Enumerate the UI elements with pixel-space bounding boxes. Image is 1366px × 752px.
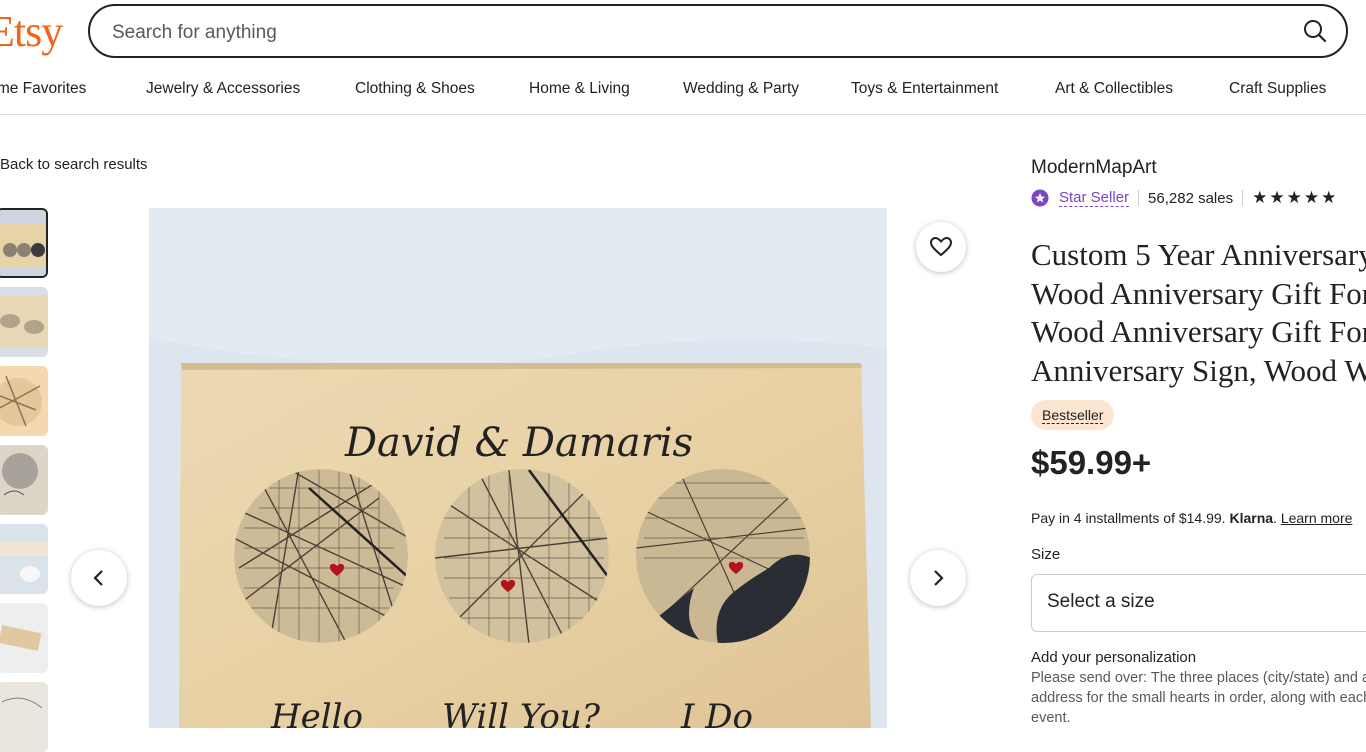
thumbnail-4[interactable] bbox=[0, 445, 48, 515]
thumbnail-1[interactable] bbox=[0, 208, 48, 278]
price: $59.99+ bbox=[1031, 444, 1152, 481]
personalization-label: Add your personalization bbox=[1031, 649, 1197, 666]
klarna-learn-more-link[interactable]: Learn more bbox=[1281, 510, 1353, 526]
next-image-button[interactable] bbox=[910, 550, 966, 606]
search-button[interactable] bbox=[1300, 16, 1330, 46]
chevron-right-icon bbox=[934, 570, 944, 586]
nav-item-jewelry[interactable]: Jewelry & Accessories bbox=[146, 80, 300, 98]
klarna-installments: Pay in 4 installments of $14.99. Klarna.… bbox=[1031, 510, 1353, 526]
bestseller-badge[interactable]: Bestseller bbox=[1031, 400, 1115, 430]
size-select[interactable]: Select a size bbox=[1031, 574, 1366, 632]
nav-item-home-living[interactable]: Home & Living bbox=[529, 80, 630, 98]
back-to-search-link[interactable]: Back to search results bbox=[0, 156, 148, 173]
nav-item-wedding[interactable]: Wedding & Party bbox=[683, 80, 799, 98]
engraved-caption-1: Hello bbox=[270, 697, 363, 728]
main-listing-image[interactable]: David & Damaris Hello Will You? I Do bbox=[149, 208, 887, 728]
engraved-caption-2: Will You? bbox=[442, 697, 601, 728]
shop-name[interactable]: ModernMapArt bbox=[1031, 157, 1157, 179]
thumbnail-3[interactable] bbox=[0, 366, 48, 436]
previous-image-button[interactable] bbox=[71, 550, 127, 606]
thumbnail-7[interactable] bbox=[0, 682, 48, 752]
thumbnail-image bbox=[0, 287, 48, 357]
rating-stars[interactable]: ★★★★★ bbox=[1252, 188, 1338, 208]
klarna-brand: Klarna bbox=[1229, 510, 1274, 526]
nav-item-home-favorites[interactable]: Home Favorites bbox=[0, 80, 86, 98]
nav-item-toys[interactable]: Toys & Entertainment bbox=[851, 80, 998, 98]
category-nav: Home Favorites Jewelry & Accessories Clo… bbox=[0, 70, 1366, 115]
thumbnail-5[interactable] bbox=[0, 524, 48, 594]
thumbnail-image bbox=[0, 682, 48, 752]
nav-item-craft[interactable]: Craft Supplies bbox=[1229, 80, 1326, 98]
thumbnail-image bbox=[0, 366, 48, 436]
title-line: Anniversary Sign, Wood W bbox=[1031, 352, 1366, 388]
title-line: Wood Anniversary Gift For bbox=[1031, 275, 1366, 311]
star-seller-badge[interactable]: Star Seller bbox=[1059, 189, 1130, 207]
engraved-names: David & Damaris bbox=[344, 420, 693, 466]
search-icon bbox=[1304, 20, 1327, 43]
etsy-logo[interactable]: Etsy bbox=[0, 6, 63, 57]
personalization-instructions: Please send over: The three places (city… bbox=[1031, 670, 1366, 726]
sales-count: 56,282 sales bbox=[1148, 189, 1234, 207]
divider bbox=[1138, 190, 1140, 206]
engraved-caption-3: I Do bbox=[680, 697, 753, 728]
thumbnail-image bbox=[0, 445, 48, 515]
chevron-left-icon bbox=[93, 570, 103, 586]
nav-item-clothing[interactable]: Clothing & Shoes bbox=[355, 80, 475, 98]
heart-icon bbox=[929, 236, 953, 257]
star-seller-icon bbox=[1031, 189, 1049, 207]
listing-title: Custom 5 Year Anniversary Wood Anniversa… bbox=[1031, 236, 1366, 390]
thumbnail-6[interactable] bbox=[0, 603, 48, 673]
seller-stats-row: Star Seller 56,282 sales ★★★★★ bbox=[1031, 188, 1338, 208]
thumbnail-image bbox=[0, 524, 48, 594]
search-input[interactable] bbox=[110, 18, 1264, 48]
thumbnail-2[interactable] bbox=[0, 287, 48, 357]
search-bar[interactable] bbox=[88, 4, 1348, 58]
title-line: Wood Anniversary Gift For bbox=[1031, 314, 1366, 349]
title-line: Custom 5 Year Anniversary bbox=[1031, 237, 1366, 272]
thumbnail-image bbox=[0, 603, 48, 673]
product-photo: David & Damaris Hello Will You? I Do bbox=[149, 208, 887, 728]
favorite-button[interactable] bbox=[916, 222, 966, 272]
size-label: Size bbox=[1031, 546, 1061, 563]
nav-item-art[interactable]: Art & Collectibles bbox=[1055, 80, 1173, 98]
divider bbox=[1242, 190, 1244, 206]
thumbnail-image bbox=[0, 210, 46, 276]
